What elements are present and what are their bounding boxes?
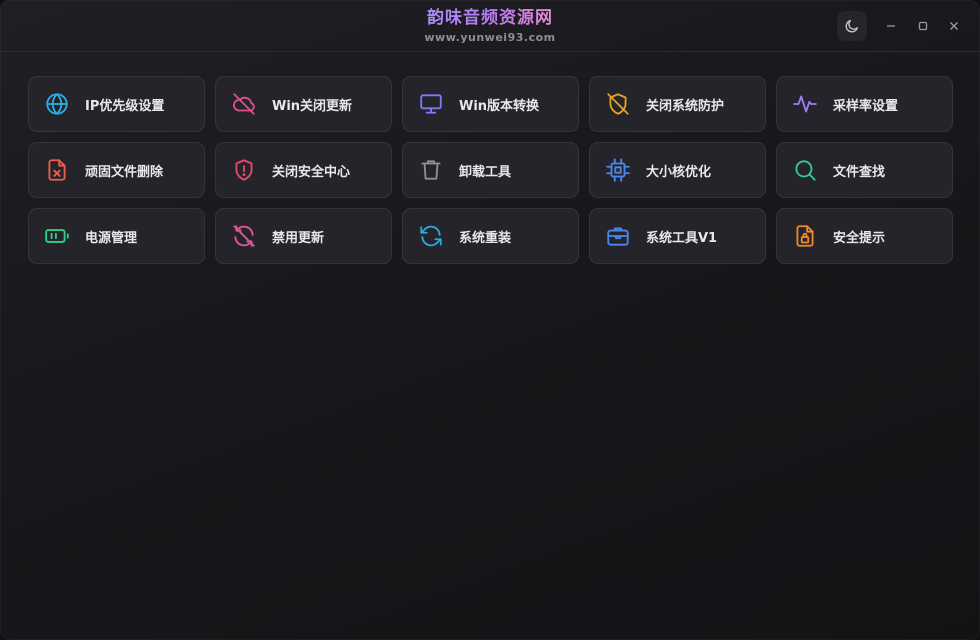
refresh-icon	[417, 222, 445, 250]
shield-alert-icon	[230, 156, 258, 184]
tool-card-12[interactable]: 禁用更新	[215, 208, 392, 264]
minimize-button[interactable]	[879, 14, 903, 38]
refresh-off-icon	[230, 222, 258, 250]
trash-icon	[417, 156, 445, 184]
tool-label: 卸载工具	[459, 164, 512, 180]
tool-card-1[interactable]: IP优先级设置	[28, 76, 205, 132]
tool-card-10[interactable]: 文件查找	[776, 142, 953, 198]
tool-grid: IP优先级设置 Win关闭更新 Win版本转换 关闭系统防护 采样率设置 顽固文…	[28, 76, 953, 264]
tool-card-5[interactable]: 采样率设置	[776, 76, 953, 132]
theme-toggle-button[interactable]	[837, 11, 867, 41]
tool-label: Win关闭更新	[272, 98, 353, 114]
tool-card-2[interactable]: Win关闭更新	[215, 76, 392, 132]
tool-card-15[interactable]: 安全提示	[776, 208, 953, 264]
minimize-icon	[887, 25, 895, 27]
tool-label: 关闭安全中心	[272, 164, 351, 180]
tool-card-3[interactable]: Win版本转换	[402, 76, 579, 132]
tool-label: 电源管理	[85, 230, 138, 246]
close-button[interactable]	[942, 14, 966, 38]
moon-icon	[845, 20, 858, 33]
title-block: 韵味音频资源网 www.yunwei93.com	[0, 6, 980, 45]
tool-label: 大小核优化	[646, 164, 712, 180]
cloud-off-icon	[230, 90, 258, 118]
file-lock-icon	[791, 222, 819, 250]
tool-card-8[interactable]: 卸载工具	[402, 142, 579, 198]
tool-card-14[interactable]: 系统工具V1	[589, 208, 766, 264]
tool-label: 采样率设置	[833, 98, 899, 114]
tool-label: Win版本转换	[459, 98, 540, 114]
tool-card-7[interactable]: 关闭安全中心	[215, 142, 392, 198]
close-icon	[950, 22, 958, 30]
monitor-icon	[417, 90, 445, 118]
toolbox-icon	[604, 222, 632, 250]
maximize-button[interactable]	[911, 14, 935, 38]
title-bar[interactable]: 韵味音频资源网 www.yunwei93.com	[0, 0, 980, 52]
search-icon	[791, 156, 819, 184]
tool-label: 系统重装	[459, 230, 512, 246]
globe-icon	[43, 90, 71, 118]
app-title: 韵味音频资源网	[427, 8, 553, 28]
tool-card-11[interactable]: 电源管理	[28, 208, 205, 264]
tool-label: 文件查找	[833, 164, 886, 180]
tool-card-4[interactable]: 关闭系统防护	[589, 76, 766, 132]
file-delete-icon	[43, 156, 71, 184]
tool-card-13[interactable]: 系统重装	[402, 208, 579, 264]
tool-label: 安全提示	[833, 230, 886, 246]
tool-label: IP优先级设置	[85, 98, 165, 114]
tool-card-6[interactable]: 顽固文件删除	[28, 142, 205, 198]
shield-off-icon	[604, 90, 632, 118]
tool-label: 禁用更新	[272, 230, 325, 246]
maximize-icon	[918, 21, 928, 31]
app-subtitle: www.yunwei93.com	[424, 31, 556, 44]
app-window: 韵味音频资源网 www.yunwei93.com IP优先级设置 Win关闭更新…	[0, 0, 980, 640]
waveform-icon	[791, 90, 819, 118]
tool-card-9[interactable]: 大小核优化	[589, 142, 766, 198]
cpu-icon	[604, 156, 632, 184]
battery-icon	[43, 222, 71, 250]
tool-label: 顽固文件删除	[85, 164, 164, 180]
tool-label: 系统工具V1	[646, 230, 718, 246]
tool-label: 关闭系统防护	[646, 98, 725, 114]
